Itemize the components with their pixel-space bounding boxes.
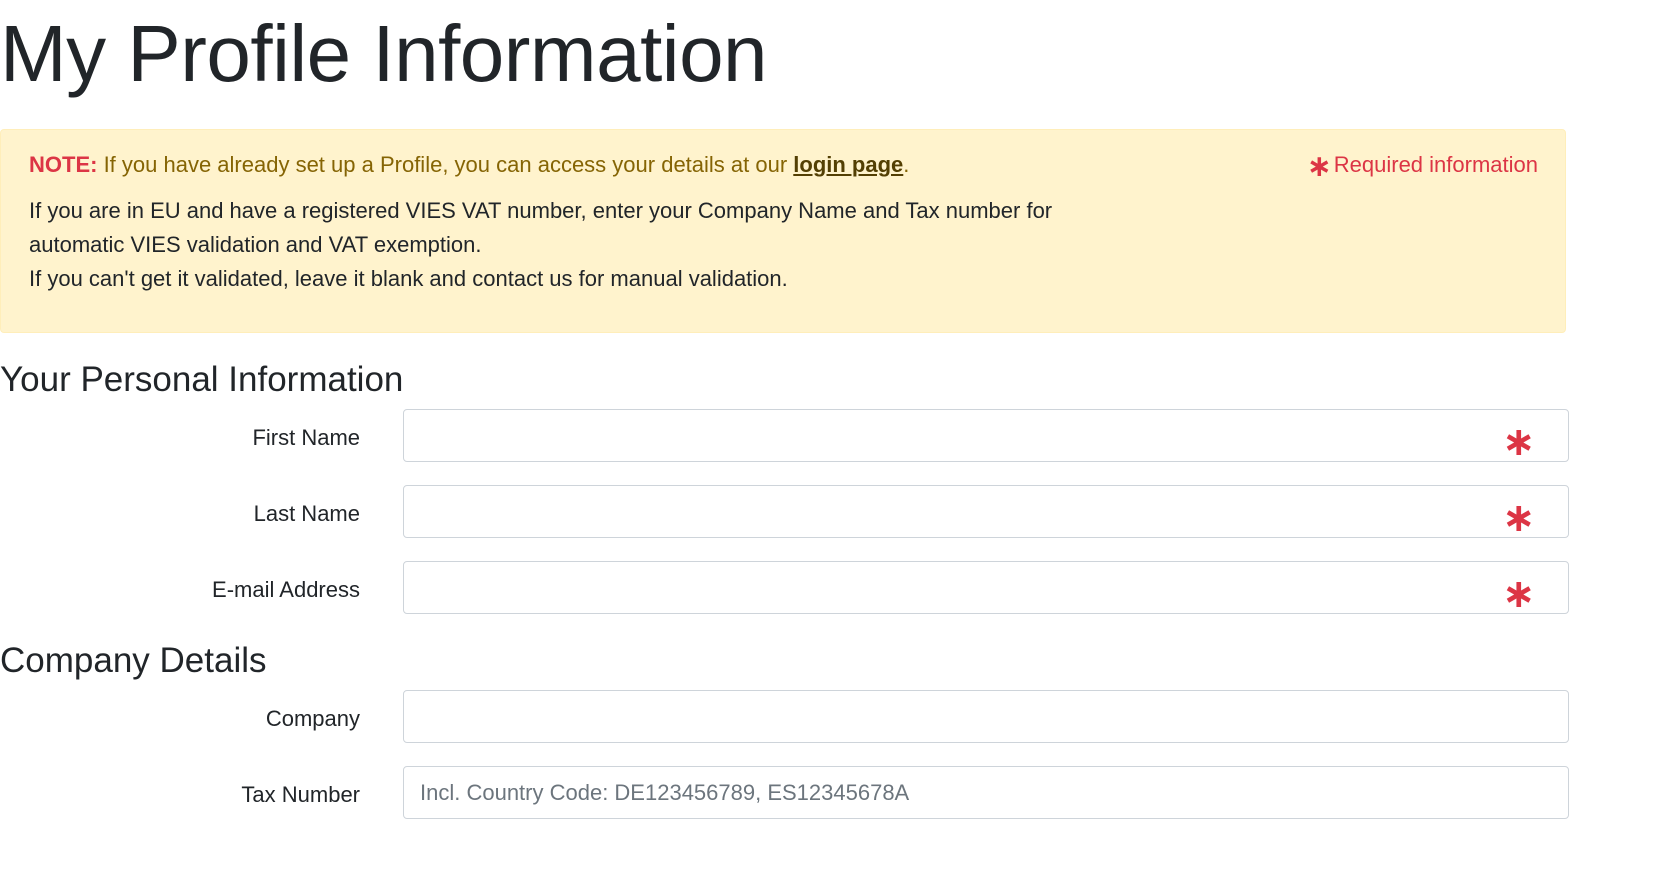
company-input[interactable] xyxy=(403,690,1569,743)
first-name-label: First Name xyxy=(252,425,360,450)
required-legend-text: Required information xyxy=(1333,152,1538,177)
required-asterisk-icon: ∗ xyxy=(1502,496,1536,540)
last-name-input[interactable] xyxy=(403,485,1569,538)
alert-body-line: If you can't get it validated, leave it … xyxy=(29,266,788,291)
alert-body-line: automatic VIES validation and VAT exempt… xyxy=(29,232,482,257)
tax-number-label: Tax Number xyxy=(241,782,360,807)
required-asterisk-icon: ∗ xyxy=(1502,572,1536,616)
email-input[interactable] xyxy=(403,561,1569,614)
alert-body: If you are in EU and have a registered V… xyxy=(29,194,1052,296)
alert-note: NOTE: If you have already set up a Profi… xyxy=(29,150,909,180)
note-text: If you have already set up a Profile, yo… xyxy=(97,152,794,177)
first-name-input[interactable] xyxy=(403,409,1569,462)
last-name-label: Last Name xyxy=(253,501,360,526)
required-legend: ∗Required information xyxy=(1307,150,1538,182)
required-asterisk-icon: ∗ xyxy=(1502,420,1536,464)
alert-body-line: If you are in EU and have a registered V… xyxy=(29,198,1053,223)
info-alert: NOTE: If you have already set up a Profi… xyxy=(0,129,1566,333)
company-details-heading: Company Details xyxy=(0,641,267,680)
login-page-link[interactable]: login page xyxy=(793,152,903,177)
tax-number-input[interactable] xyxy=(403,766,1569,819)
note-end: . xyxy=(903,152,910,177)
note-label: NOTE: xyxy=(29,152,98,177)
page-title: My Profile Information xyxy=(0,9,768,98)
personal-info-heading: Your Personal Information xyxy=(0,360,404,399)
email-label: E-mail Address xyxy=(212,577,360,602)
required-asterisk-icon: ∗ xyxy=(1306,150,1332,183)
company-label: Company xyxy=(265,706,360,731)
profile-page: My Profile Information NOTE: If you have… xyxy=(0,0,1665,877)
